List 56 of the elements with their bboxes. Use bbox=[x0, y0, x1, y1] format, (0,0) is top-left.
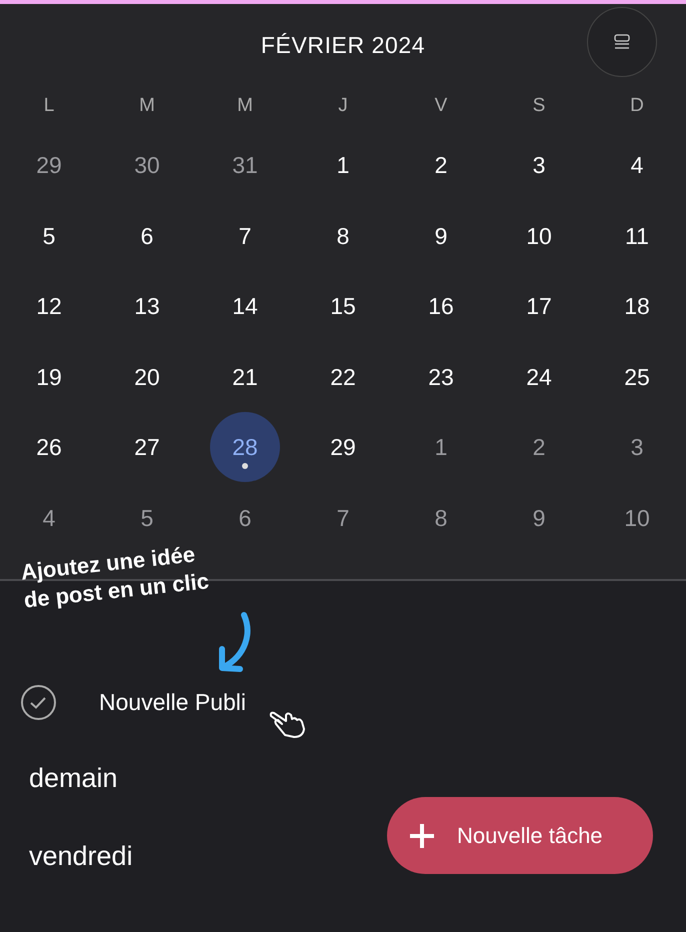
day-cell[interactable]: 8 bbox=[308, 200, 378, 271]
day-cell[interactable]: 20 bbox=[112, 342, 182, 412]
day-cell[interactable]: 24 bbox=[504, 342, 574, 412]
day-cell[interactable]: 4 bbox=[14, 482, 84, 553]
weekday-label: D bbox=[630, 94, 644, 118]
day-cell[interactable]: 3 bbox=[504, 130, 574, 200]
day-cell[interactable]: 1 bbox=[406, 412, 476, 482]
day-cell[interactable]: 17 bbox=[504, 271, 574, 342]
day-cell[interactable]: 13 bbox=[112, 271, 182, 342]
menu-icon bbox=[613, 33, 631, 51]
day-cell[interactable]: 16 bbox=[406, 271, 476, 342]
day-cell[interactable]: 18 bbox=[602, 271, 672, 342]
task-title[interactable]: Nouvelle Publi bbox=[99, 684, 246, 720]
day-cell[interactable]: 7 bbox=[308, 482, 378, 553]
check-circle-icon[interactable] bbox=[21, 684, 56, 720]
day-cell[interactable]: 14 bbox=[210, 271, 280, 342]
day-cell[interactable]: 23 bbox=[406, 342, 476, 412]
day-cell[interactable]: 15 bbox=[308, 271, 378, 342]
day-cell[interactable]: 30 bbox=[112, 130, 182, 200]
day-cell[interactable]: 10 bbox=[602, 482, 672, 553]
weekday-label: L bbox=[44, 94, 54, 118]
section-heading: vendredi bbox=[29, 840, 133, 873]
day-cell[interactable]: 25 bbox=[602, 342, 672, 412]
day-cell[interactable]: 27 bbox=[112, 412, 182, 482]
day-cell[interactable]: 28 bbox=[210, 412, 280, 482]
plus-icon bbox=[409, 822, 435, 848]
day-cell[interactable]: 2 bbox=[504, 412, 574, 482]
day-cell[interactable]: 3 bbox=[602, 412, 672, 482]
day-cell[interactable]: 8 bbox=[406, 482, 476, 553]
day-cell[interactable]: 21 bbox=[210, 342, 280, 412]
day-cell[interactable]: 2 bbox=[406, 130, 476, 200]
day-cell[interactable]: 1 bbox=[308, 130, 378, 200]
day-cell[interactable]: 10 bbox=[504, 200, 574, 271]
day-cell[interactable]: 6 bbox=[210, 482, 280, 553]
day-cell[interactable]: 4 bbox=[602, 130, 672, 200]
day-cell[interactable]: 31 bbox=[210, 130, 280, 200]
day-cell[interactable]: 6 bbox=[112, 200, 182, 271]
weekday-label: M bbox=[237, 94, 253, 118]
day-cell[interactable]: 12 bbox=[14, 271, 84, 342]
day-cell[interactable]: 7 bbox=[210, 200, 280, 271]
day-cell[interactable]: 29 bbox=[308, 412, 378, 482]
day-cell[interactable]: 22 bbox=[308, 342, 378, 412]
day-cell[interactable]: 26 bbox=[14, 412, 84, 482]
section-heading: demain bbox=[29, 762, 118, 795]
day-cell[interactable]: 19 bbox=[14, 342, 84, 412]
weekday-label: V bbox=[434, 94, 448, 118]
day-cell[interactable]: 9 bbox=[504, 482, 574, 553]
day-cell[interactable]: 5 bbox=[14, 200, 84, 271]
day-cell[interactable]: 11 bbox=[602, 200, 672, 271]
weekday-label: S bbox=[532, 94, 546, 118]
month-title: FÉVRIER 2024 bbox=[260, 30, 426, 60]
weekday-label: M bbox=[139, 94, 155, 118]
new-task-button[interactable]: Nouvelle tâche bbox=[387, 797, 653, 874]
day-cell[interactable]: 9 bbox=[406, 200, 476, 271]
weekday-label: J bbox=[338, 94, 348, 118]
day-cell[interactable]: 29 bbox=[14, 130, 84, 200]
